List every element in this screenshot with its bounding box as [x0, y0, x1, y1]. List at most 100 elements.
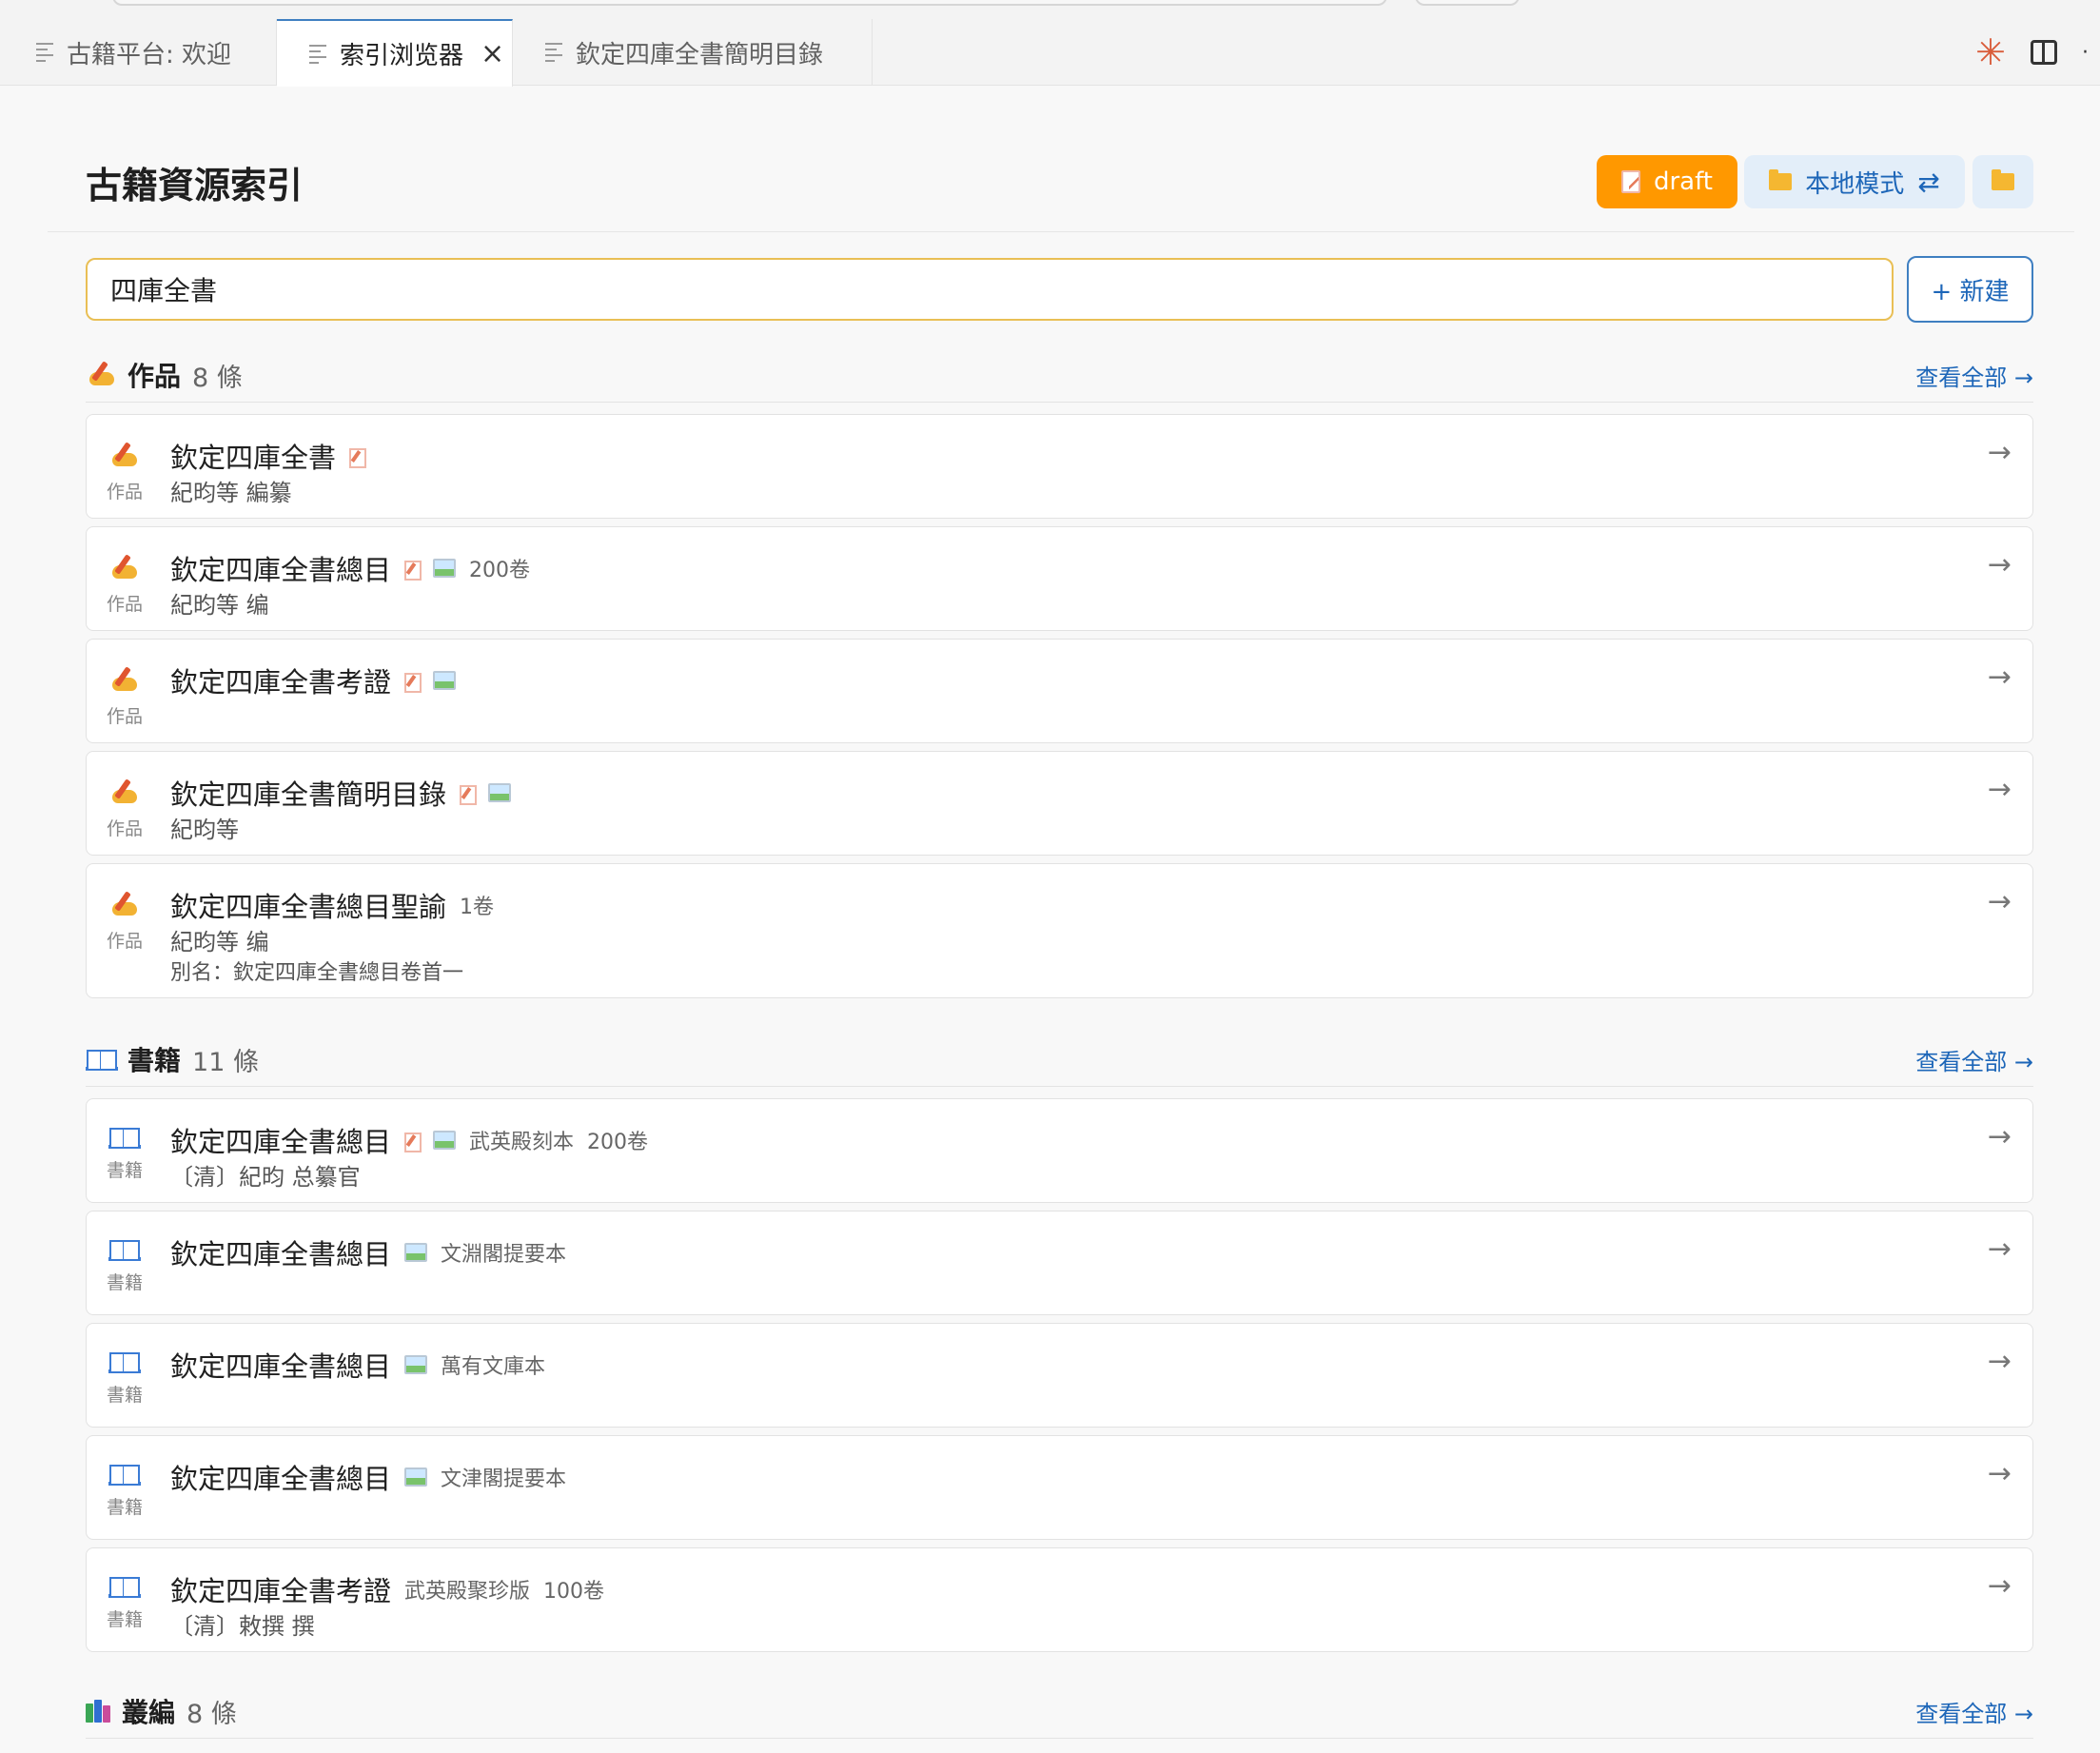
arrow-right-icon[interactable]: →: [1988, 1569, 2012, 1603]
local-mode-button[interactable]: 本地模式 ⇄: [1744, 155, 1965, 208]
tab-label: 欽定四庫全書簡明目錄: [576, 40, 824, 69]
arrow-right-icon[interactable]: →: [1988, 548, 2012, 581]
item-volumes: 200卷: [587, 1131, 649, 1154]
item-edition: 文津閣提要本: [441, 1467, 567, 1491]
section-count: 8 條: [192, 363, 243, 393]
arrow-right-icon[interactable]: →: [1988, 1120, 2012, 1153]
divider: [48, 231, 2074, 232]
draft-doc-icon: [404, 671, 422, 693]
section-books-header: 書籍 11 條 查看全部 →: [86, 1042, 2033, 1077]
draft-doc-icon: [349, 446, 367, 468]
open-folder-button[interactable]: [1972, 155, 2033, 208]
view-all-link[interactable]: 查看全部 →: [1915, 1043, 2033, 1076]
image-icon: [404, 1467, 428, 1487]
folder-icon: [1769, 169, 1793, 190]
address-bar[interactable]: [112, 0, 1387, 6]
type-label: 作品: [106, 706, 143, 727]
book-icon: [108, 1350, 141, 1373]
folder-icon: [1992, 169, 2014, 190]
item-volumes: 200卷: [469, 559, 531, 582]
section-name: 作品: [128, 361, 182, 392]
split-editor-icon[interactable]: [2031, 40, 2057, 65]
arrow-right-icon[interactable]: →: [1988, 1457, 2012, 1490]
book-card[interactable]: 書籍 欽定四庫全書總目 文津閣提要本 →: [86, 1435, 2033, 1540]
more-icon[interactable]: ·: [2082, 41, 2089, 65]
section-count: 8 條: [186, 1699, 237, 1729]
item-title: 欽定四庫全書總目: [170, 1238, 392, 1270]
section-name: 書籍: [128, 1045, 182, 1076]
search-input[interactable]: [86, 258, 1894, 321]
item-title: 欽定四庫全書簡明目錄: [170, 778, 447, 811]
draft-doc-icon: [404, 1131, 422, 1152]
view-all-link[interactable]: 查看全部 →: [1915, 359, 2033, 392]
type-label: 作品: [106, 594, 143, 615]
draft-label: draft: [1653, 167, 1714, 196]
draft-button[interactable]: draft: [1597, 155, 1737, 208]
item-title: 欽定四庫全書考證: [170, 1575, 392, 1607]
pen-icon: [108, 891, 141, 919]
book-card[interactable]: 書籍 欽定四庫全書總目 萬有文庫本 →: [86, 1323, 2033, 1428]
item-edition: 文淵閣提要本: [441, 1243, 567, 1267]
book-icon: [108, 1575, 141, 1598]
tab-catalog[interactable]: 欽定四庫全書簡明目錄: [513, 19, 873, 86]
book-card[interactable]: 書籍 欽定四庫全書考證 武英殿聚珍版 100卷 〔清〕敕撰 撰 →: [86, 1547, 2033, 1652]
work-card[interactable]: 作品 欽定四庫全書總目聖諭 1卷 紀昀等 编 別名：欽定四庫全書總目卷首一 →: [86, 863, 2033, 998]
item-title: 欽定四庫全書總目: [170, 1463, 392, 1495]
item-title: 欽定四庫全書總目聖諭: [170, 891, 447, 923]
work-card[interactable]: 作品 欽定四庫全書總目 200卷 紀昀等 编 →: [86, 526, 2033, 631]
spark-icon[interactable]: ✳: [1975, 34, 2006, 70]
section-collections-header: 叢編 8 條 查看全部 →: [86, 1694, 2033, 1729]
tab-bar: 古籍平台: 欢迎 索引浏览器 × 欽定四庫全書簡明目錄 ✳ ·: [0, 19, 2100, 87]
close-icon[interactable]: ×: [481, 37, 504, 70]
draft-doc-icon: [460, 783, 478, 805]
tab-label: 古籍平台: 欢迎: [67, 40, 232, 69]
image-icon: [488, 783, 512, 802]
item-alias: 別名：欽定四庫全書總目卷首一: [170, 961, 464, 985]
item-title: 欽定四庫全書總目: [170, 1126, 392, 1158]
pen-icon: [108, 666, 141, 695]
item-edition: 萬有文庫本: [441, 1355, 546, 1379]
view-all-link[interactable]: 查看全部 →: [1915, 1695, 2033, 1728]
arrow-right-icon[interactable]: →: [1988, 1232, 2012, 1266]
image-icon: [433, 1131, 457, 1150]
item-author: 紀昀等 编: [170, 929, 269, 955]
arrow-right-icon[interactable]: →: [1988, 773, 2012, 806]
image-icon: [404, 1355, 428, 1374]
divider: [86, 1086, 2033, 1087]
page-title: 古籍資源索引: [86, 165, 304, 207]
work-card[interactable]: 作品 欽定四庫全書簡明目錄 紀昀等 →: [86, 751, 2033, 856]
item-author: 〔清〕紀昀 总纂官: [170, 1164, 361, 1191]
new-button[interactable]: + 新建: [1907, 256, 2033, 323]
arrow-right-icon[interactable]: →: [1988, 1345, 2012, 1378]
book-card[interactable]: 書籍 欽定四庫全書總目 武英殿刻本 200卷 〔清〕紀昀 总纂官 →: [86, 1098, 2033, 1203]
tab-index-browser[interactable]: 索引浏览器 ×: [277, 19, 513, 87]
tab-welcome[interactable]: 古籍平台: 欢迎: [0, 19, 277, 86]
tab-label: 索引浏览器: [340, 42, 464, 70]
draft-doc-icon: [404, 559, 422, 581]
work-card[interactable]: 作品 欽定四庫全書考證 →: [86, 639, 2033, 743]
section-count: 11 條: [192, 1047, 259, 1077]
image-icon: [404, 1243, 428, 1262]
draft-doc-icon: [1620, 170, 1640, 193]
arrow-right-icon[interactable]: →: [1988, 660, 2012, 694]
item-edition: 武英殿刻本: [469, 1131, 575, 1154]
item-title: 欽定四庫全書: [170, 442, 337, 474]
arrow-right-icon[interactable]: →: [1988, 885, 2012, 918]
item-title: 欽定四庫全書考證: [170, 666, 392, 699]
item-author: 紀昀等 編纂: [170, 480, 292, 506]
top-button[interactable]: [1415, 0, 1520, 6]
item-author: 紀昀等: [170, 817, 239, 843]
type-label: 書籍: [106, 1272, 143, 1293]
item-title: 欽定四庫全書總目: [170, 1350, 392, 1383]
book-card[interactable]: 書籍 欽定四庫全書總目 文淵閣提要本 →: [86, 1211, 2033, 1315]
work-card[interactable]: 作品 欽定四庫全書 紀昀等 編纂 →: [86, 414, 2033, 519]
file-icon: [36, 43, 53, 62]
arrow-right-icon[interactable]: →: [1988, 436, 2012, 469]
item-edition: 武英殿聚珍版: [404, 1580, 531, 1604]
item-title: 欽定四庫全書總目: [170, 554, 392, 586]
divider: [86, 1738, 2033, 1739]
book-icon: [108, 1126, 141, 1149]
item-volumes: 1卷: [460, 896, 495, 919]
file-icon: [309, 44, 326, 64]
type-label: 書籍: [106, 1160, 143, 1181]
